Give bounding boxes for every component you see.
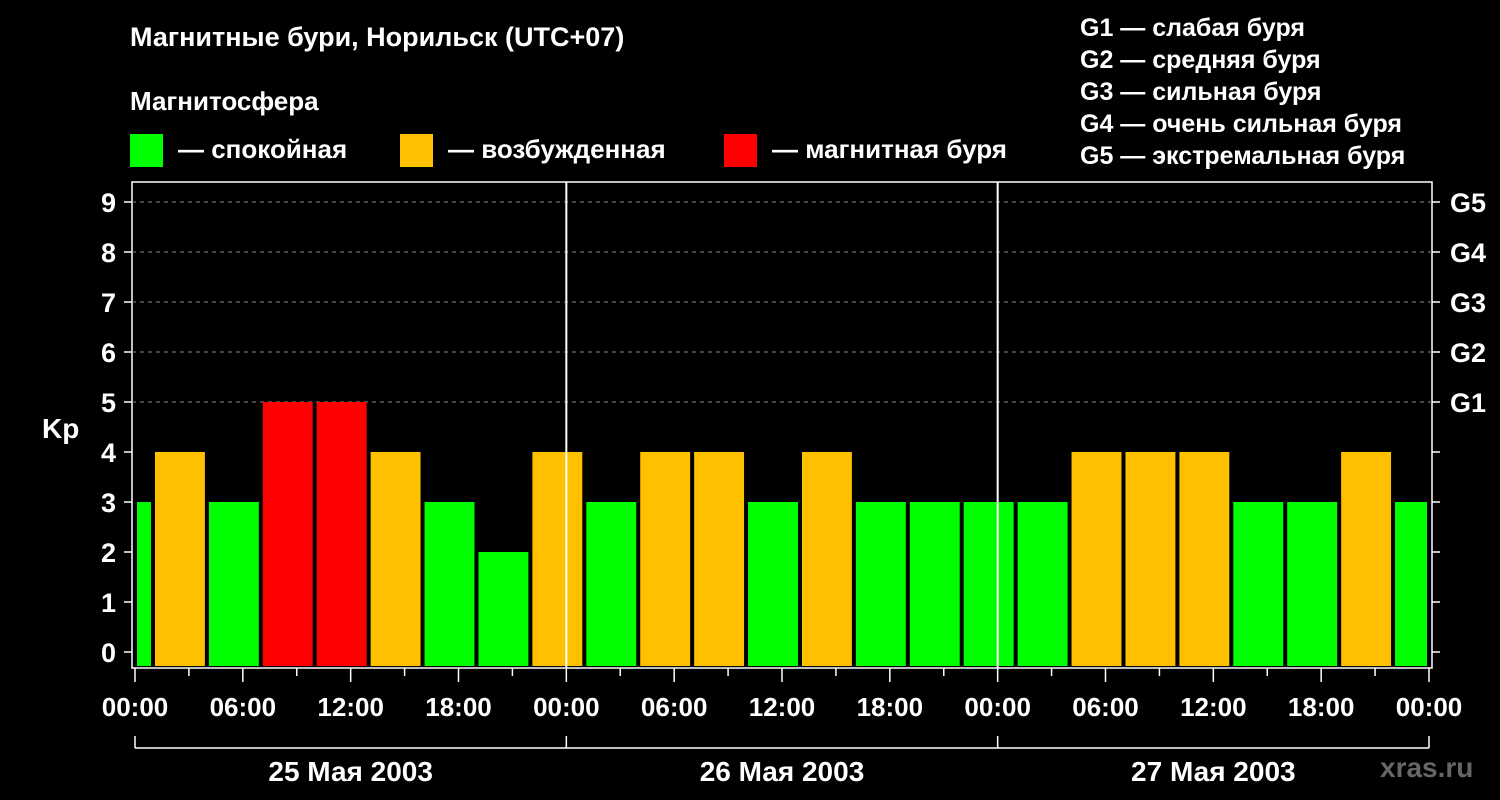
kp-bar — [748, 502, 798, 666]
kp-chart: 0 1 2 3 4 5 6 7 8 9 G1 G2 G3 G4 G5 Kp 00:00 06:00 12:00 18:… — [42, 181, 1486, 787]
x-tick-label: 00:00 — [102, 692, 169, 722]
y-axis-label: Kp — [42, 413, 79, 444]
x-tick-label: 00:00 — [1396, 692, 1463, 722]
kp-bar — [478, 552, 529, 666]
g-tick-label: G2 — [1450, 338, 1486, 368]
kp-bar — [586, 502, 637, 666]
y-tick-label: 9 — [101, 188, 116, 218]
kp-bar — [370, 452, 421, 666]
kp-bar — [1179, 452, 1230, 666]
kp-bar — [1233, 502, 1284, 666]
y-tick-label: 1 — [101, 588, 116, 618]
kp-bar — [424, 502, 475, 666]
g-tick-label: G3 — [1450, 288, 1486, 318]
y-tick-label: 2 — [101, 538, 116, 568]
y-tick-label: 5 — [101, 388, 116, 418]
g-tick-label: G1 — [1450, 388, 1486, 418]
watermark: xras.ru — [1380, 752, 1474, 783]
x-tick-label: 18:00 — [857, 692, 924, 722]
kp-bar — [963, 502, 1014, 666]
kp-bar — [532, 452, 583, 666]
x-tick-label: 06:00 — [1072, 692, 1139, 722]
x-tick-label: 12:00 — [749, 692, 816, 722]
kp-bar — [154, 452, 205, 666]
kp-bar — [855, 502, 906, 666]
kp-bar — [1017, 502, 1068, 666]
x-tick-label: 18:00 — [1288, 692, 1355, 722]
y-tick-label: 6 — [101, 338, 116, 368]
kp-bar — [262, 402, 313, 666]
day-label: 25 Мая 2003 — [268, 756, 433, 787]
kp-bar — [694, 452, 745, 666]
x-tick-label: 00:00 — [964, 692, 1031, 722]
g-tick-label: G4 — [1450, 238, 1486, 268]
kp-bar — [801, 452, 852, 666]
y-tick-label: 7 — [101, 288, 116, 318]
kp-bar — [1287, 502, 1338, 666]
y-tick-label: 8 — [101, 238, 116, 268]
x-tick-label: 12:00 — [1180, 692, 1247, 722]
kp-bar — [1341, 452, 1392, 666]
kp-bar — [909, 502, 960, 666]
x-tick-label: 06:00 — [641, 692, 708, 722]
kp-bar — [137, 502, 151, 666]
day-label: 27 Мая 2003 — [1131, 756, 1296, 787]
y-tick-label: 3 — [101, 488, 116, 518]
kp-bar — [208, 502, 259, 666]
x-tick-label: 06:00 — [210, 692, 277, 722]
y-tick-label: 4 — [101, 438, 116, 468]
x-tick-label: 18:00 — [425, 692, 492, 722]
x-tick-label: 00:00 — [533, 692, 600, 722]
g-tick-label: G5 — [1450, 188, 1486, 218]
kp-bar — [640, 452, 691, 666]
kp-bar — [316, 402, 367, 666]
kp-bar — [1125, 452, 1176, 666]
kp-bar — [1071, 452, 1122, 666]
y-tick-label: 0 — [101, 638, 116, 668]
x-tick-label: 12:00 — [317, 692, 384, 722]
kp-bar — [1395, 502, 1427, 666]
day-label: 26 Мая 2003 — [700, 756, 865, 787]
